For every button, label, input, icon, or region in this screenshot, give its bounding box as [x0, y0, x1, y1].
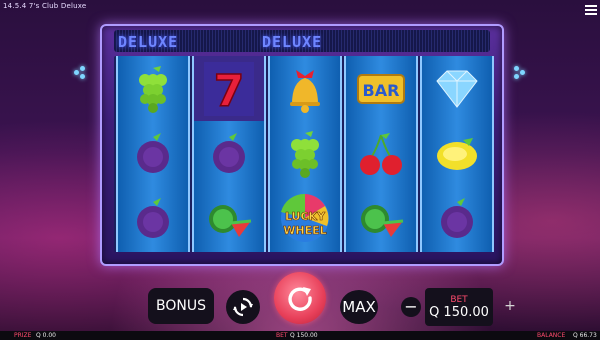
symbol-plum: [118, 186, 188, 251]
symbol-cherries: [346, 121, 416, 186]
reel-1: [116, 56, 190, 252]
reel-2: 7: [192, 56, 266, 252]
right-indicator-icon: [514, 66, 519, 71]
slot-machine: DELUXE DELUXE 7 LUCKY WHEEL BAR: [100, 24, 504, 266]
balance-value: Q 66.73: [573, 332, 597, 339]
reel-5: [420, 56, 494, 252]
symbol-seven: 7: [194, 56, 264, 121]
symbol-lemon: [422, 121, 492, 186]
lucky-text: LUCKY: [285, 210, 326, 223]
footer-bet-label: BET: [276, 332, 288, 339]
spin-button[interactable]: [274, 272, 326, 324]
symbol-lucky-wheel: LUCKY WHEEL: [270, 186, 340, 251]
diamond-icon: [436, 70, 478, 108]
left-indicator-icon: [80, 66, 85, 71]
symbol-watermelon: [346, 186, 416, 251]
autoplay-button[interactable]: [226, 290, 260, 324]
decrease-bet-button[interactable]: −: [401, 297, 421, 317]
game-title: 14.5.4 7's Club Deluxe: [3, 2, 87, 10]
bar-text: BAR: [363, 81, 400, 100]
right-indicator-icon: [514, 74, 519, 79]
spin-icon: [288, 287, 312, 311]
header-led-bar: DELUXE DELUXE: [114, 30, 490, 52]
lucky-wheel-icon: LUCKY WHEEL: [281, 193, 329, 242]
reel-4: BAR: [344, 56, 418, 252]
cherries-icon: [360, 132, 402, 175]
footer-bet-value: Q 150.00: [290, 332, 318, 339]
bar-icon: BAR: [357, 73, 405, 104]
bell-icon: [290, 69, 320, 113]
symbol-diamond: [422, 56, 492, 121]
left-indicator-icon: [74, 70, 79, 75]
symbol-plum: [118, 121, 188, 186]
deluxe-text-right: DELUXE: [262, 33, 323, 51]
seven-text: 7: [214, 66, 245, 116]
bet-value: Q 150.00: [429, 304, 489, 320]
plum-icon: [441, 197, 473, 238]
plum-icon: [213, 132, 245, 173]
deluxe-text-left: DELUXE: [118, 33, 179, 51]
grapes-icon: [139, 65, 167, 113]
symbol-grapes: [270, 121, 340, 186]
max-bet-button[interactable]: MAX: [340, 290, 378, 324]
reel-area: 7 LUCKY WHEEL BAR: [114, 56, 494, 252]
watermelon-icon: [361, 204, 404, 237]
grapes-icon: [291, 130, 319, 178]
symbol-plum: [422, 186, 492, 251]
bonus-button[interactable]: BONUS: [148, 288, 214, 324]
menu-icon[interactable]: [584, 3, 598, 17]
symbol-watermelon: [194, 186, 264, 251]
right-indicator-icon: [520, 70, 525, 75]
status-footer: PRIZE Q 0.00 BET Q 150.00 BALANCE Q 66.7…: [0, 331, 600, 340]
symbol-plum: [194, 121, 264, 186]
seven-icon: 7: [204, 61, 254, 116]
symbol-bell: [270, 56, 340, 121]
plum-icon: [137, 132, 169, 173]
prize-label: PRIZE: [14, 332, 32, 339]
balance-label: BALANCE: [537, 332, 566, 339]
plum-icon: [137, 197, 169, 238]
reel-3: LUCKY WHEEL: [268, 56, 342, 252]
prize-value: Q 0.00: [36, 332, 56, 339]
bet-label: BET: [450, 294, 468, 305]
wheel-text: WHEEL: [283, 224, 326, 237]
symbol-bar: BAR: [346, 56, 416, 121]
increase-bet-button[interactable]: +: [503, 298, 517, 314]
bet-display: BET Q 150.00: [425, 288, 493, 326]
lemon-icon: [437, 137, 477, 170]
symbol-grapes: [118, 56, 188, 121]
autoplay-icon: [233, 297, 253, 317]
left-indicator-icon: [80, 74, 85, 79]
watermelon-icon: [209, 204, 252, 237]
